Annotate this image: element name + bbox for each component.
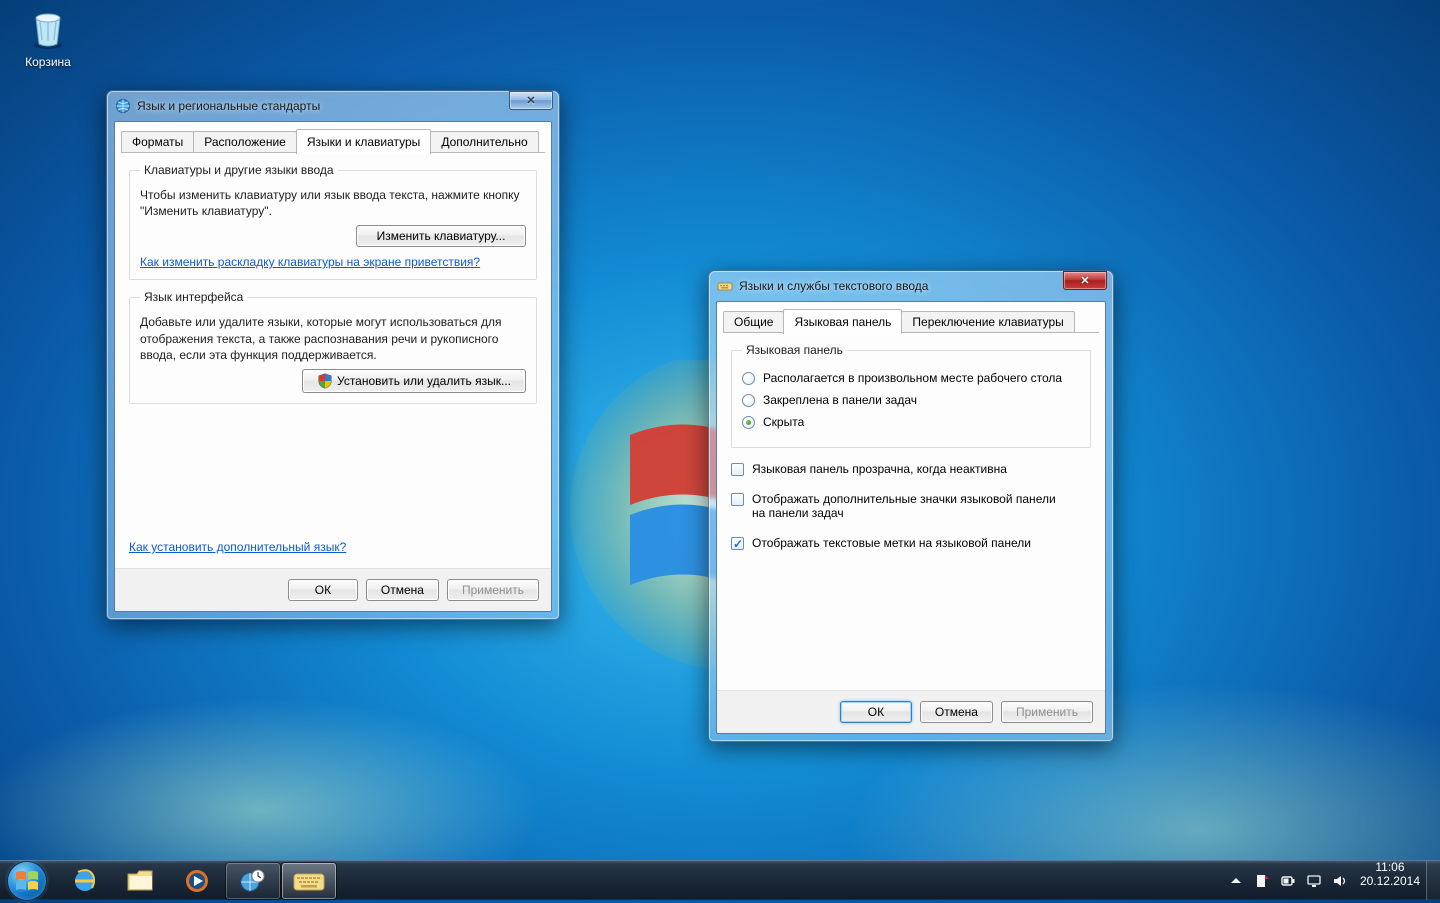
- radio-float-desktop-label: Располагается в произвольном месте рабоч…: [763, 371, 1062, 385]
- dialog-region-language: Язык и региональные стандарты ✕ Форматы …: [106, 90, 560, 620]
- radio-hidden[interactable]: Скрыта: [742, 415, 1080, 429]
- apply-button[interactable]: Применить: [447, 579, 539, 601]
- close-icon: ✕: [526, 94, 535, 107]
- group-keyboards-input: Клавиатуры и другие языки ввода Чтобы из…: [129, 163, 537, 280]
- file-explorer-icon: [126, 867, 156, 895]
- group-display-language: Язык интерфейса Добавьте или удалите язы…: [129, 290, 537, 404]
- taskbar-media-player-button[interactable]: [170, 863, 224, 899]
- dialog-region-language-title: Язык и региональные стандарты: [137, 99, 509, 113]
- install-uninstall-language-label: Установить или удалить язык...: [337, 374, 511, 388]
- ok-button[interactable]: ОК: [288, 579, 358, 601]
- radio-icon: [742, 416, 755, 429]
- checkbox-icon: [731, 493, 744, 506]
- checkbox-transparent-label: Языковая панель прозрачна, когда неактив…: [752, 462, 1007, 476]
- close-icon: ✕: [1080, 274, 1089, 287]
- close-button[interactable]: ✕: [509, 91, 553, 110]
- tab-keyboard-switching[interactable]: Переключение клавиатуры: [901, 311, 1074, 333]
- group-language-bar-legend: Языковая панель: [742, 343, 847, 357]
- dialog2-button-bar: ОК Отмена Применить: [717, 690, 1105, 733]
- checkbox-extra-taskbar-icons[interactable]: Отображать дополнительные значки языково…: [731, 492, 1091, 520]
- checkbox-icon: [731, 463, 744, 476]
- install-uninstall-language-button[interactable]: Установить или удалить язык...: [302, 369, 526, 393]
- tab-advanced[interactable]: Дополнительно: [430, 131, 538, 153]
- power-icon[interactable]: [1280, 873, 1296, 889]
- dialog-region-language-titlebar[interactable]: Язык и региональные стандарты ✕: [107, 91, 559, 121]
- uac-shield-icon: [317, 373, 333, 389]
- dialog-text-services-title: Языки и службы текстового ввода: [739, 279, 1063, 293]
- radio-hidden-label: Скрыта: [763, 415, 804, 429]
- volume-icon[interactable]: [1332, 873, 1348, 889]
- taskbar-text-services-button[interactable]: [282, 863, 336, 899]
- taskbar-region-language-button[interactable]: [226, 863, 280, 899]
- group-keyboards-input-legend: Клавиатуры и другие языки ввода: [140, 163, 338, 177]
- windows-orb-icon: [8, 862, 46, 900]
- clock-time: 11:06: [1360, 861, 1420, 875]
- group-language-bar: Языковая панель Располагается в произвол…: [731, 343, 1091, 448]
- radio-icon: [742, 394, 755, 407]
- taskbar-pinned-items: [54, 861, 340, 900]
- system-tray: [1222, 861, 1354, 900]
- tab-location[interactable]: Расположение: [193, 131, 297, 153]
- taskbar-ie-button[interactable]: [58, 863, 112, 899]
- link-how-to-install-language[interactable]: Как установить дополнительный язык?: [129, 540, 346, 554]
- cancel-button[interactable]: Отмена: [366, 579, 439, 601]
- radio-float-desktop[interactable]: Располагается в произвольном месте рабоч…: [742, 371, 1080, 385]
- link-welcome-screen-layout[interactable]: Как изменить раскладку клавиатуры на экр…: [140, 255, 480, 269]
- taskbar: 11:06 20.12.2014: [0, 860, 1440, 900]
- radio-icon: [742, 372, 755, 385]
- globe-icon: [115, 98, 131, 114]
- group-keyboards-input-text: Чтобы изменить клавиатуру или язык ввода…: [140, 187, 526, 219]
- desktop-icon-recycle-bin[interactable]: Корзина: [14, 8, 82, 69]
- keyboard-icon: [717, 278, 733, 294]
- tab-general[interactable]: Общие: [723, 311, 784, 333]
- dialog-text-services: Языки и службы текстового ввода ✕ Общие …: [708, 270, 1114, 742]
- dialog1-button-bar: ОК Отмена Применить: [115, 568, 551, 611]
- checkbox-text-labels[interactable]: Отображать текстовые метки на языковой п…: [731, 536, 1091, 550]
- tray-show-hidden-icon[interactable]: [1228, 873, 1244, 889]
- show-desktop-button[interactable]: [1426, 861, 1440, 900]
- tab-language-bar[interactable]: Языковая панель: [783, 309, 902, 334]
- change-keyboard-button[interactable]: Изменить клавиатуру...: [356, 225, 526, 247]
- dialog2-tabstrip: Общие Языковая панель Переключение клави…: [717, 302, 1105, 333]
- recycle-bin-icon: [27, 8, 69, 50]
- checkbox-extra-icons-label: Отображать дополнительные значки языково…: [752, 492, 1072, 520]
- internet-explorer-icon: [70, 866, 100, 896]
- close-button[interactable]: ✕: [1063, 271, 1107, 290]
- ok-button[interactable]: ОК: [840, 701, 912, 723]
- apply-button[interactable]: Применить: [1001, 701, 1093, 723]
- globe-clock-icon: [238, 866, 268, 896]
- tab-formats[interactable]: Форматы: [121, 131, 194, 153]
- checkbox-transparent-when-inactive[interactable]: Языковая панель прозрачна, когда неактив…: [731, 462, 1091, 476]
- checkbox-icon: [731, 537, 744, 550]
- checkbox-text-labels-label: Отображать текстовые метки на языковой п…: [752, 536, 1031, 550]
- clock-date: 20.12.2014: [1360, 875, 1420, 889]
- action-center-icon[interactable]: [1254, 873, 1270, 889]
- media-player-icon: [182, 866, 212, 896]
- desktop-icon-label: Корзина: [14, 55, 82, 69]
- keyboard-icon: [292, 868, 326, 894]
- start-button[interactable]: [0, 861, 54, 900]
- cancel-button[interactable]: Отмена: [920, 701, 993, 723]
- radio-docked-taskbar[interactable]: Закреплена в панели задач: [742, 393, 1080, 407]
- taskbar-clock[interactable]: 11:06 20.12.2014: [1354, 861, 1426, 900]
- group-display-language-text: Добавьте или удалите языки, которые могу…: [140, 314, 526, 363]
- radio-docked-taskbar-label: Закреплена в панели задач: [763, 393, 917, 407]
- network-icon[interactable]: [1306, 873, 1322, 889]
- group-display-language-legend: Язык интерфейса: [140, 290, 247, 304]
- dialog1-tabstrip: Форматы Расположение Языки и клавиатуры …: [115, 122, 551, 153]
- taskbar-explorer-button[interactable]: [114, 863, 168, 899]
- tab-keyboards[interactable]: Языки и клавиатуры: [296, 129, 431, 154]
- dialog-text-services-titlebar[interactable]: Языки и службы текстового ввода ✕: [709, 271, 1113, 301]
